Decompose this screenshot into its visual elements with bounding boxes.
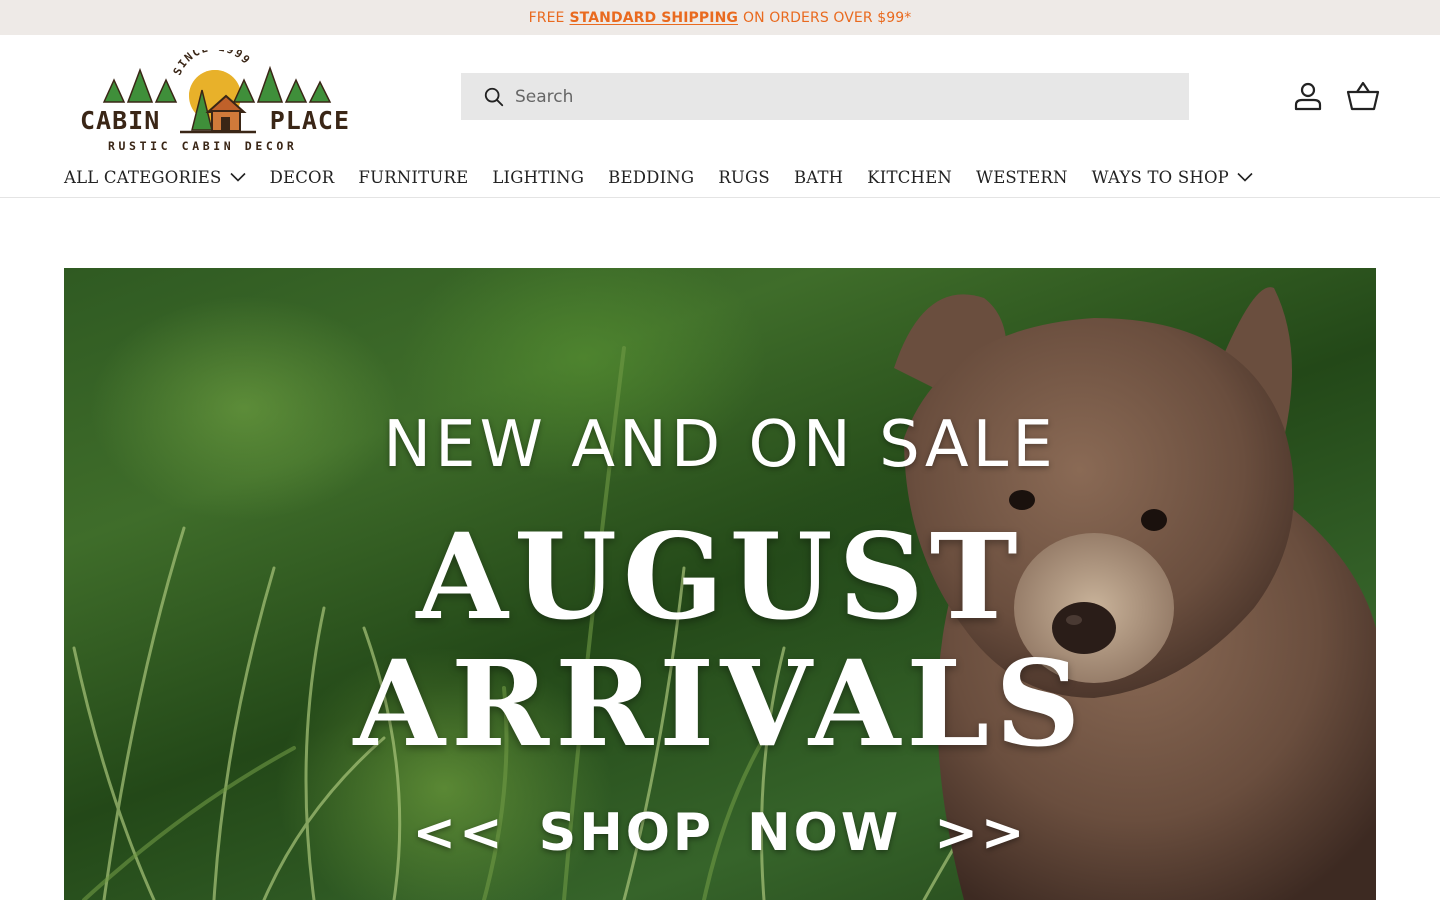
hero-title-line1: AUGUST — [416, 507, 1024, 646]
nav-item-furniture[interactable]: FURNITURE — [358, 168, 468, 187]
nav-item-western[interactable]: WESTERN — [976, 168, 1068, 187]
logo[interactable]: SINCE 1999 CABIN PLACE RUSTIC — [80, 50, 350, 153]
nav-label: WAYS TO SHOP — [1091, 167, 1229, 187]
nav-item-rugs[interactable]: RUGS — [718, 168, 770, 187]
nav-item-decor[interactable]: DECOR — [270, 168, 335, 187]
logo-word-place: PLACE — [269, 106, 350, 135]
shop-now-button[interactable]: << SHOP NOW >> — [64, 803, 1376, 863]
account-icon[interactable] — [1291, 79, 1325, 113]
search-icon[interactable] — [482, 85, 506, 109]
chevron-down-icon — [229, 172, 246, 182]
nav-label: LIGHTING — [492, 167, 585, 187]
nav-label: RUGS — [718, 167, 770, 187]
chevron-down-icon — [1237, 172, 1253, 182]
nav-label: FURNITURE — [358, 167, 469, 187]
nav-item-ways-to-shop[interactable]: WAYS TO SHOP — [1092, 168, 1253, 187]
main-nav: ALL CATEGORIES DECOR FURNITURE LIGHTING … — [64, 163, 1277, 191]
logo-wordmark: CABIN PLACE — [80, 106, 350, 135]
announcement-bar: FREE STANDARD SHIPPING ON ORDERS OVER $9… — [0, 0, 1440, 35]
hero-kicker: NEW AND ON SALE — [383, 408, 1057, 482]
announcement-prefix: FREE — [528, 9, 565, 26]
nav-item-lighting[interactable]: LIGHTING — [492, 168, 584, 187]
nav-item-bedding[interactable]: BEDDING — [608, 168, 694, 187]
announcement-suffix: ON ORDERS OVER $99* — [742, 9, 912, 26]
nav-label: WESTERN — [976, 167, 1068, 187]
site-header: SINCE 1999 CABIN PLACE RUSTIC — [0, 35, 1440, 198]
logo-tagline: RUSTIC CABIN DECOR — [108, 139, 298, 153]
standard-shipping-link[interactable]: STANDARD SHIPPING — [570, 10, 738, 26]
nav-label: KITCHEN — [867, 167, 953, 187]
basket-icon[interactable] — [1346, 79, 1380, 113]
hero-title-line2: ARRIVALS — [353, 634, 1087, 773]
hero-banner[interactable]: NEW AND ON SALE AUGUST ARRIVALS << SHOP … — [64, 268, 1376, 900]
nav-label: DECOR — [269, 167, 335, 187]
nav-label: BEDDING — [608, 167, 695, 187]
nav-item-all-categories[interactable]: ALL CATEGORIES — [64, 168, 246, 187]
nav-label: BATH — [793, 167, 844, 187]
nav-item-kitchen[interactable]: KITCHEN — [867, 168, 952, 187]
search-bar[interactable] — [461, 73, 1189, 120]
logo-word-cabin: CABIN — [80, 106, 161, 135]
nav-item-bath[interactable]: BATH — [794, 168, 843, 187]
search-input[interactable] — [515, 86, 1155, 107]
nav-label: ALL CATEGORIES — [64, 167, 222, 187]
